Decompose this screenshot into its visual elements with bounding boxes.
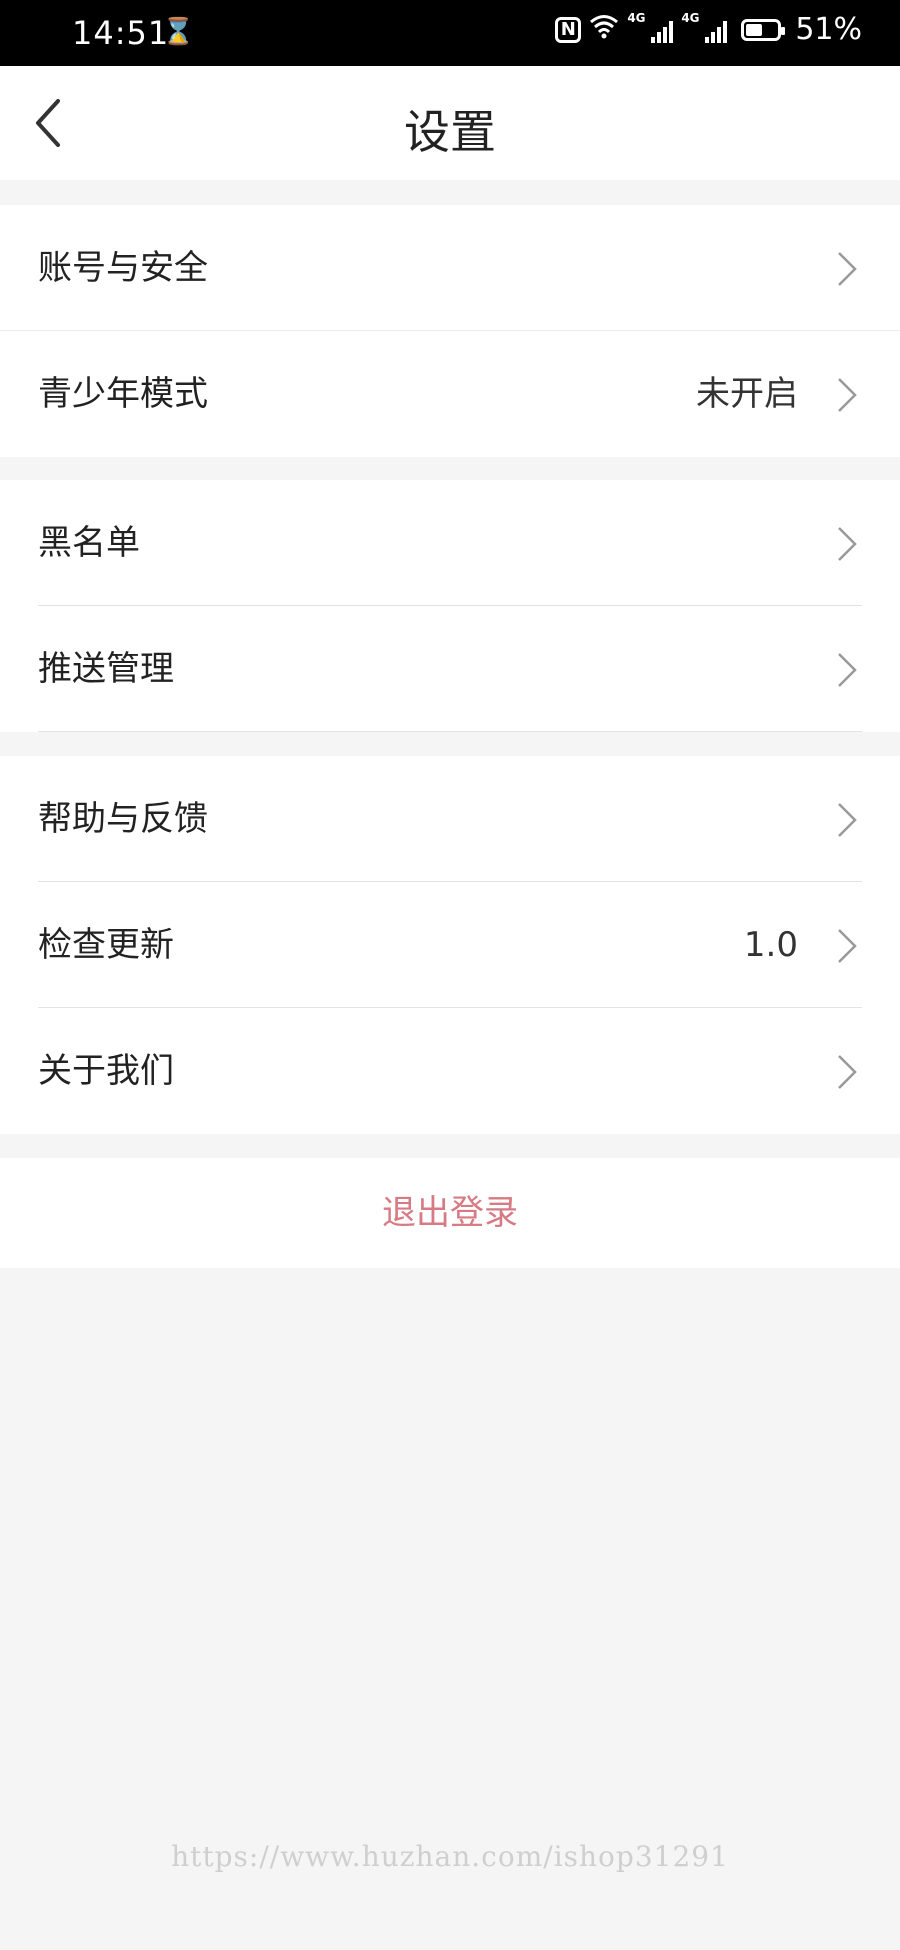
app-version: 1.0 <box>743 925 798 965</box>
chevron-right-icon <box>838 378 857 412</box>
wifi-icon <box>589 13 619 46</box>
battery-percent: 51% <box>795 12 862 47</box>
settings-item-blacklist[interactable]: 黑名单 <box>0 480 900 606</box>
settings-group-privacy: 黑名单 推送管理 <box>0 480 900 732</box>
chevron-right-icon <box>838 252 857 286</box>
settings-item-label: 青少年模式 <box>38 374 208 414</box>
hourglass-icon: ⌛ <box>162 17 195 47</box>
settings-item-teen-mode[interactable]: 青少年模式 未开启 <box>0 331 900 457</box>
app-header: 设置 <box>0 66 900 180</box>
battery-icon <box>741 18 786 41</box>
page-title: 设置 <box>404 105 496 159</box>
teen-mode-status: 未开启 <box>696 374 798 414</box>
settings-group-about: 帮助与反馈 检查更新 1.0 关于我们 <box>0 756 900 1134</box>
settings-item-label: 账号与安全 <box>38 248 208 288</box>
logout-button[interactable]: 退出登录 <box>0 1158 900 1268</box>
chevron-right-icon <box>838 803 857 837</box>
settings-item-label: 检查更新 <box>38 925 174 965</box>
settings-item-label: 帮助与反馈 <box>38 799 208 839</box>
signal-1-icon: 4G <box>627 11 674 43</box>
chevron-right-icon <box>838 527 857 561</box>
settings-item-label: 推送管理 <box>38 649 174 689</box>
chevron-right-icon <box>838 929 857 963</box>
settings-item-push-management[interactable]: 推送管理 <box>0 606 900 732</box>
settings-item-label: 黑名单 <box>38 523 140 563</box>
settings-item-label: 关于我们 <box>38 1051 174 1091</box>
watermark-text: https://www.huzhan.com/ishop31291 <box>171 1840 729 1873</box>
settings-item-help-feedback[interactable]: 帮助与反馈 <box>0 756 900 882</box>
chevron-right-icon <box>838 1055 857 1089</box>
chevron-right-icon <box>838 653 857 687</box>
status-time: 14:51 <box>72 14 170 52</box>
nfc-icon: N <box>555 16 582 43</box>
settings-group-account: 账号与安全 青少年模式 未开启 <box>0 205 900 457</box>
status-bar: 14:51 ⌛ N 4G 4G 51% <box>0 0 900 66</box>
settings-item-account-security[interactable]: 账号与安全 <box>0 205 900 331</box>
settings-item-about-us[interactable]: 关于我们 <box>0 1008 900 1134</box>
signal-2-icon: 4G <box>681 11 728 43</box>
settings-item-check-update[interactable]: 检查更新 1.0 <box>0 882 900 1008</box>
